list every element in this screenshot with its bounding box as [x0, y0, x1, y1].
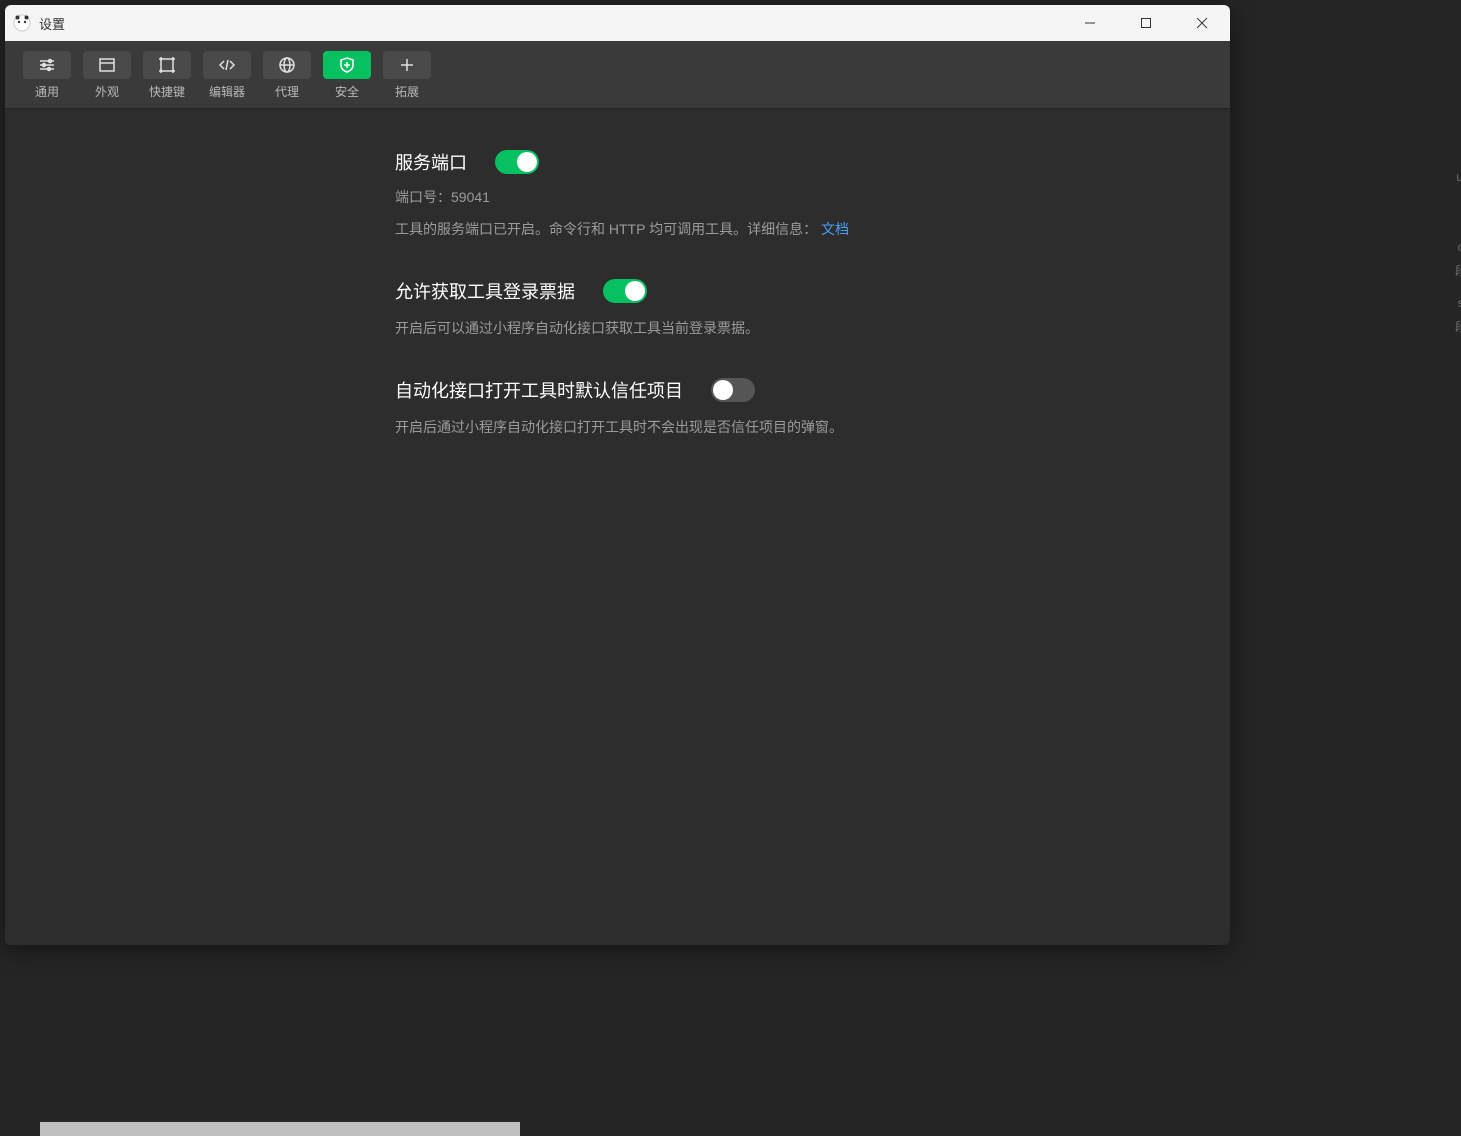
tab-security[interactable]: 安全 [323, 51, 371, 100]
app-icon [13, 14, 31, 32]
tab-extension[interactable]: 拓展 [383, 51, 431, 100]
tab-editor[interactable]: 编辑器 [203, 51, 251, 100]
port-label: 端口号： [395, 189, 451, 205]
bg-code-hint: ct [1458, 240, 1461, 254]
trust-description: 开启后通过小程序自动化接口打开工具时不会出现是否信任项目的弹窗。 [395, 415, 1035, 440]
close-icon [1196, 17, 1208, 29]
minimize-button[interactable] [1062, 5, 1118, 41]
section-service-port: 服务端口 端口号：59041 工具的服务端口已开启。命令行和 HTTP 均可调用… [395, 149, 1035, 242]
bg-code-hint: ur [1456, 170, 1461, 184]
doc-link[interactable]: 文档 [821, 221, 849, 237]
tab-label: 快捷键 [149, 83, 185, 100]
maximize-button[interactable] [1118, 5, 1174, 41]
bg-code-hint: 段 [1455, 318, 1461, 335]
section-auto-trust: 自动化接口打开工具时默认信任项目 开启后通过小程序自动化接口打开工具时不会出现是… [395, 377, 1035, 440]
bg-code-hint: st [1458, 296, 1461, 310]
tab-appearance[interactable]: 外观 [83, 51, 131, 100]
tab-label: 外观 [95, 83, 119, 100]
frame-icon [143, 51, 191, 79]
tab-label: 拓展 [395, 83, 419, 100]
layout-icon [83, 51, 131, 79]
settings-window: 设置 通用 外观 [5, 5, 1230, 945]
section-login-ticket: 允许获取工具登录票据 开启后可以通过小程序自动化接口获取工具当前登录票据。 [395, 278, 1035, 341]
window-controls [1062, 5, 1230, 41]
minimize-icon [1084, 17, 1096, 29]
desc-text: 开启后可以通过小程序自动化接口获取工具当前登录票据。 [395, 320, 759, 336]
code-icon [203, 51, 251, 79]
desc-text: 开启后通过小程序自动化接口打开工具时不会出现是否信任项目的弹窗。 [395, 419, 843, 435]
tab-label: 编辑器 [209, 83, 245, 100]
settings-content: 服务端口 端口号：59041 工具的服务端口已开启。命令行和 HTTP 均可调用… [5, 109, 1230, 945]
port-number-line: 端口号：59041 [395, 187, 1035, 207]
security-panel: 服务端口 端口号：59041 工具的服务端口已开启。命令行和 HTTP 均可调用… [395, 149, 1035, 441]
port-description: 工具的服务端口已开启。命令行和 HTTP 均可调用工具。详细信息： 文档 [395, 217, 1035, 242]
section-heading: 允许获取工具登录票据 [395, 278, 575, 304]
tab-shortcut[interactable]: 快捷键 [143, 51, 191, 100]
globe-icon [263, 51, 311, 79]
toggle-login-ticket[interactable] [603, 279, 647, 303]
shield-icon [323, 51, 371, 79]
titlebar: 设置 [5, 5, 1230, 41]
tab-general[interactable]: 通用 [23, 51, 71, 100]
sliders-icon [23, 51, 71, 79]
tab-label: 通用 [35, 83, 59, 100]
tab-proxy[interactable]: 代理 [263, 51, 311, 100]
maximize-icon [1140, 17, 1152, 29]
bg-code-hint: 段 [1455, 262, 1461, 279]
toggle-auto-trust[interactable] [711, 378, 755, 402]
ticket-description: 开启后可以通过小程序自动化接口获取工具当前登录票据。 [395, 316, 1035, 341]
desc-text: 工具的服务端口已开启。命令行和 HTTP 均可调用工具。详细信息： [395, 221, 817, 237]
tab-label: 安全 [335, 83, 359, 100]
backdrop-bottom-strip [40, 1122, 520, 1136]
close-button[interactable] [1174, 5, 1230, 41]
toggle-service-port[interactable] [495, 150, 539, 174]
settings-tabbar: 通用 外观 快捷键 编辑器 代理 [5, 41, 1230, 109]
tab-label: 代理 [275, 83, 299, 100]
port-value: 59041 [451, 189, 490, 205]
plus-icon [383, 51, 431, 79]
section-heading: 服务端口 [395, 149, 467, 175]
section-heading: 自动化接口打开工具时默认信任项目 [395, 377, 683, 403]
window-title: 设置 [39, 14, 65, 33]
